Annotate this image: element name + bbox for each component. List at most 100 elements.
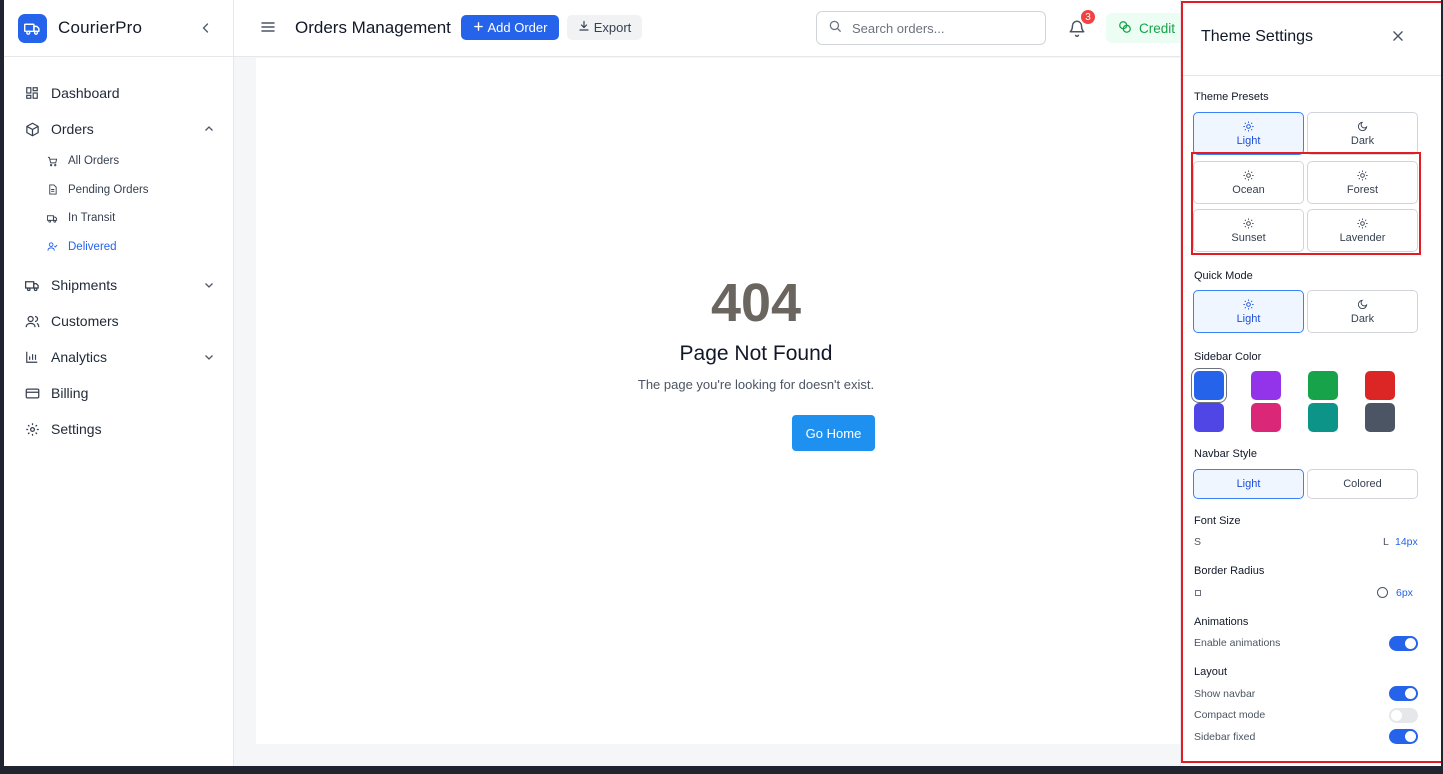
search-input[interactable] xyxy=(852,20,1032,36)
close-icon[interactable] xyxy=(1391,29,1407,45)
square-icon xyxy=(1195,590,1201,596)
preset-label: Lavender xyxy=(1339,231,1386,244)
chevron-down-icon xyxy=(203,279,215,291)
sidebar-color-swatch[interactable] xyxy=(1251,371,1281,400)
moon-icon xyxy=(1357,121,1368,132)
compact-mode-toggle[interactable] xyxy=(1389,708,1418,723)
add-order-button[interactable]: Add Order xyxy=(461,15,559,40)
sidebar-item-label: Dashboard xyxy=(51,85,120,101)
sidebar-item-settings[interactable]: Settings xyxy=(4,411,233,447)
enable-animations-label: Enable animations xyxy=(1194,637,1281,649)
theme-settings-panel: Theme Settings Theme Presets Light Dark … xyxy=(1180,0,1441,766)
error-code: 404 xyxy=(710,273,802,333)
preset-ocean[interactable]: Ocean xyxy=(1193,161,1304,204)
navbar-style-label: Navbar Style xyxy=(1194,448,1257,460)
sidebar-item-label: Billing xyxy=(51,385,89,401)
layout-label: Layout xyxy=(1194,666,1228,678)
animations-label: Animations xyxy=(1194,616,1249,628)
sidebar: CourierPro Dashboard Orders All Orders P… xyxy=(4,0,234,766)
quick-mode-light[interactable]: Light xyxy=(1193,290,1304,333)
coins-icon xyxy=(1118,20,1132,37)
panel-title: Theme Settings xyxy=(1201,28,1314,45)
gear-icon xyxy=(24,421,40,437)
notification-badge: 3 xyxy=(1079,8,1097,26)
preset-sunset[interactable]: Sunset xyxy=(1193,209,1304,252)
menu-icon[interactable] xyxy=(260,19,278,37)
border-radius-value: 6px xyxy=(1396,587,1413,599)
sun-icon xyxy=(1243,217,1254,229)
preset-label: Sunset xyxy=(1231,231,1266,244)
preset-light[interactable]: Light xyxy=(1193,112,1304,155)
sidebar-item-label: Customers xyxy=(51,313,119,329)
sidebar-color-swatch[interactable] xyxy=(1194,403,1224,432)
sidebar-nav: Dashboard Orders All Orders Pending Orde… xyxy=(4,57,233,447)
sidebar-subitem-in-transit[interactable]: In Transit xyxy=(4,204,233,233)
enable-animations-toggle[interactable] xyxy=(1389,636,1418,651)
preset-lavender[interactable]: Lavender xyxy=(1307,209,1418,252)
sidebar-item-dashboard[interactable]: Dashboard xyxy=(4,75,233,111)
show-navbar-label: Show navbar xyxy=(1194,688,1256,700)
truck-logo-icon xyxy=(18,13,47,43)
package-icon xyxy=(24,121,40,137)
quick-mode-dark[interactable]: Dark xyxy=(1307,290,1418,333)
quick-mode-label: Quick Mode xyxy=(1194,270,1253,282)
sun-icon xyxy=(1357,217,1368,229)
add-order-label: Add Order xyxy=(487,20,548,35)
brand-name: CourierPro xyxy=(58,18,143,37)
collapse-sidebar-button[interactable] xyxy=(197,19,215,37)
dashboard-icon xyxy=(24,85,40,101)
sidebar-color-swatch[interactable] xyxy=(1251,403,1281,432)
sidebar-subitem-delivered[interactable]: Delivered xyxy=(4,233,233,262)
sidebar-item-label: Shipments xyxy=(51,277,118,293)
sidebar-fixed-toggle[interactable] xyxy=(1389,729,1418,744)
sidebar-color-label: Sidebar Color xyxy=(1194,351,1262,363)
font-size-min: S xyxy=(1194,536,1202,548)
credit-card-icon xyxy=(24,385,40,401)
sidebar-item-orders[interactable]: Orders xyxy=(4,111,233,147)
compact-mode-label: Compact mode xyxy=(1194,709,1266,721)
show-navbar-toggle[interactable] xyxy=(1389,686,1418,701)
sidebar-item-billing[interactable]: Billing xyxy=(4,375,233,411)
preset-label: Light xyxy=(1236,134,1261,147)
moon-icon xyxy=(1357,299,1368,310)
preset-label: Forest xyxy=(1346,183,1379,196)
document-icon xyxy=(46,184,58,196)
search-icon xyxy=(828,19,842,38)
download-icon xyxy=(578,20,590,35)
sidebar-color-swatch[interactable] xyxy=(1194,371,1224,400)
cart-icon xyxy=(46,155,58,167)
border-radius-label: Border Radius xyxy=(1194,565,1265,577)
sidebar-subitem-pending-orders[interactable]: Pending Orders xyxy=(4,176,233,205)
sidebar-fixed-label: Sidebar fixed xyxy=(1194,731,1256,743)
preset-label: Ocean xyxy=(1232,183,1265,196)
circle-icon xyxy=(1377,587,1388,598)
sidebar-item-shipments[interactable]: Shipments xyxy=(4,267,233,303)
preset-dark[interactable]: Dark xyxy=(1307,112,1418,155)
navbar-style-colored[interactable]: Colored xyxy=(1307,469,1418,499)
export-button[interactable]: Export xyxy=(567,15,642,40)
search-box xyxy=(816,11,1046,45)
sidebar-item-label: Settings xyxy=(51,421,102,437)
go-home-button[interactable]: Go Home xyxy=(792,415,875,451)
user-check-icon xyxy=(46,241,58,253)
sidebar-subitem-all-orders[interactable]: All Orders xyxy=(4,147,233,176)
page-title: Orders Management xyxy=(295,18,451,37)
preset-label: Dark xyxy=(1350,134,1375,147)
brand: CourierPro xyxy=(4,0,233,57)
bar-chart-icon xyxy=(24,349,40,365)
quick-mode-label-light: Light xyxy=(1236,312,1261,325)
error-message: The page you're looking for doesn't exis… xyxy=(637,377,875,392)
sidebar-item-analytics[interactable]: Analytics xyxy=(4,339,233,375)
chevron-down-icon xyxy=(203,351,215,363)
sidebar-color-swatch[interactable] xyxy=(1365,403,1395,432)
sidebar-color-swatch[interactable] xyxy=(1365,371,1395,400)
navbar-style-light[interactable]: Light xyxy=(1193,469,1304,499)
app-window: CourierPro Dashboard Orders All Orders P… xyxy=(4,0,1441,766)
sidebar-item-customers[interactable]: Customers xyxy=(4,303,233,339)
sidebar-subitem-label: Pending Orders xyxy=(68,183,149,196)
sidebar-color-swatch[interactable] xyxy=(1308,403,1338,432)
font-size-label: Font Size xyxy=(1194,515,1241,527)
sidebar-color-swatch[interactable] xyxy=(1308,371,1338,400)
panel-header: Theme Settings xyxy=(1181,0,1441,76)
preset-forest[interactable]: Forest xyxy=(1307,161,1418,204)
